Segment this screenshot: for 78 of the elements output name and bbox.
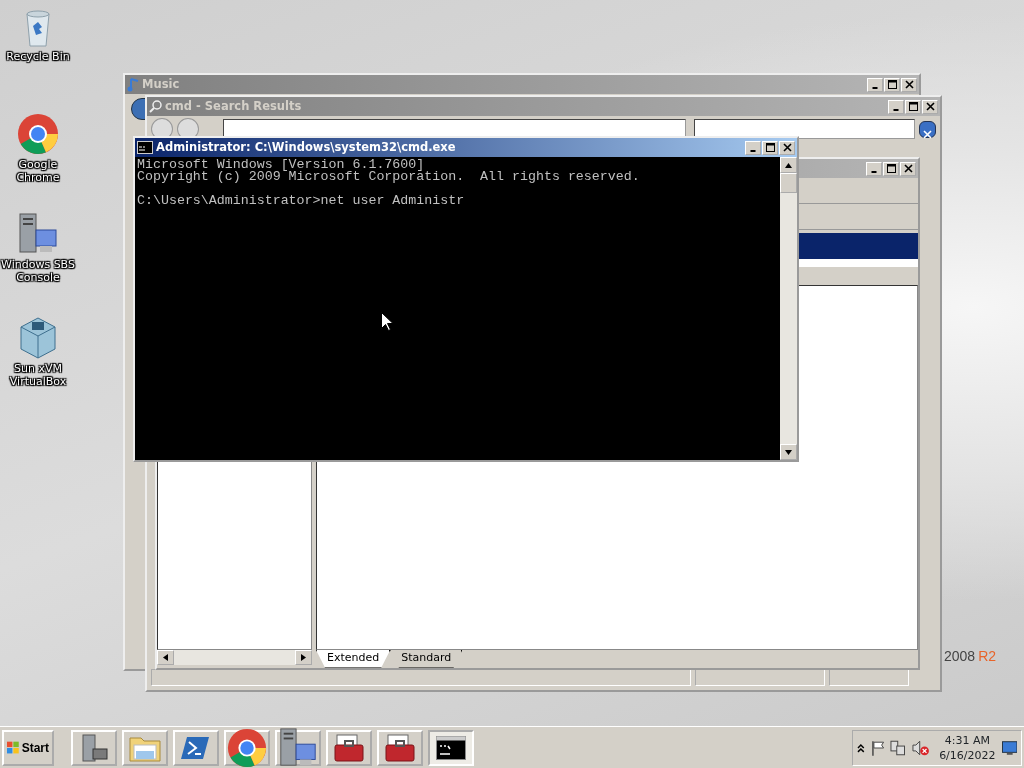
clock-date[interactable]: 6/16/2022: [939, 747, 996, 763]
maximize-button[interactable]: [762, 140, 778, 155]
window-title: Administrator: C:\Windows\system32\cmd.exe: [156, 138, 457, 156]
chrome-icon[interactable]: [16, 112, 60, 156]
minimize-icon: [871, 170, 877, 173]
address-field[interactable]: [222, 119, 686, 139]
close-button[interactable]: [922, 99, 938, 114]
taskbar-button[interactable]: [428, 729, 474, 766]
taskbar-button[interactable]: [71, 729, 117, 766]
flag-icon[interactable]: [870, 739, 885, 756]
scroll-down-button[interactable]: [780, 444, 797, 460]
close-icon: [923, 129, 933, 139]
maximize-icon: [908, 102, 918, 111]
up-arrow-icon: [785, 162, 792, 168]
server-icon[interactable]: [16, 212, 60, 256]
minimize-icon: [750, 149, 756, 152]
search-icon: [149, 100, 162, 113]
network-icon[interactable]: [890, 739, 906, 756]
scroll-left-button[interactable]: [157, 650, 174, 665]
chevron-up-icon[interactable]: [857, 742, 865, 753]
close-button[interactable]: [901, 77, 917, 92]
minimize-button[interactable]: [866, 161, 882, 176]
taskbar-button[interactable]: [326, 729, 372, 766]
maximize-icon: [887, 80, 897, 89]
mouse-pointer-icon: [381, 312, 393, 331]
version-number: 2008: [944, 647, 976, 666]
show-desktop-icon[interactable]: [1001, 740, 1017, 755]
speaker-muted-icon[interactable]: [911, 739, 930, 756]
close-icon: [903, 164, 913, 173]
close-button[interactable]: [779, 140, 795, 155]
view-tab[interactable]: Extended: [316, 650, 391, 668]
vertical-scrollbar[interactable]: [780, 157, 797, 460]
right-arrow-icon: [301, 654, 306, 661]
minimize-icon: [872, 86, 878, 89]
icon-label[interactable]: Sun xVM VirtualBox: [0, 362, 76, 388]
windows-logo-icon: [7, 740, 20, 755]
clear-search-button[interactable]: [919, 120, 936, 138]
scroll-up-button[interactable]: [780, 157, 797, 173]
view-tab[interactable]: Standard: [390, 650, 463, 668]
maximize-button[interactable]: [905, 99, 921, 114]
maximize-button[interactable]: [884, 77, 900, 92]
minimize-button[interactable]: [745, 140, 761, 155]
cube-icon[interactable]: [18, 316, 58, 360]
taskbar-button[interactable]: [377, 729, 423, 766]
window-title: Music: [142, 75, 181, 93]
start-button[interactable]: Start: [2, 729, 54, 766]
console-line: Microsoft Windows [Version 6.1.7600]: [137, 159, 425, 171]
icon-label[interactable]: Windows SBS Console: [0, 258, 76, 284]
icon-label[interactable]: Google Chrome: [0, 158, 76, 184]
server-icon: [277, 725, 319, 768]
horizontal-scrollbar[interactable]: [157, 650, 312, 665]
console-line: C:\Users\Administrator>net user Administr: [137, 195, 466, 207]
close-icon: [925, 102, 935, 111]
edition-label: R2: [978, 647, 997, 666]
console-icon: [137, 141, 153, 154]
maximize-button[interactable]: [883, 161, 899, 176]
minimize-button[interactable]: [867, 77, 883, 92]
minimize-button[interactable]: [888, 99, 904, 114]
close-icon: [904, 80, 914, 89]
minimize-icon: [893, 108, 899, 111]
window-title: cmd - Search Results: [165, 97, 303, 115]
music-note-icon: [127, 77, 139, 92]
server-icon: [79, 732, 109, 763]
terminal-icon: [436, 735, 466, 760]
icon-label[interactable]: Recycle Bin: [6, 50, 70, 63]
left-arrow-icon: [163, 654, 168, 661]
maximize-icon: [886, 164, 896, 173]
search-field[interactable]: [693, 119, 916, 139]
down-arrow-icon: [785, 449, 792, 455]
console-line: Copyright (c) 2009 Microsoft Corporation. All rights reserved.: [137, 171, 641, 183]
toolbox-icon: [384, 732, 416, 763]
clock-time[interactable]: 4:31 AM: [944, 732, 990, 748]
close-icon: [782, 143, 792, 152]
toolbox-icon: [333, 732, 365, 763]
close-button[interactable]: [900, 161, 916, 176]
scroll-right-button[interactable]: [295, 650, 312, 665]
maximize-icon: [765, 143, 775, 152]
scroll-thumb[interactable]: [780, 173, 797, 193]
